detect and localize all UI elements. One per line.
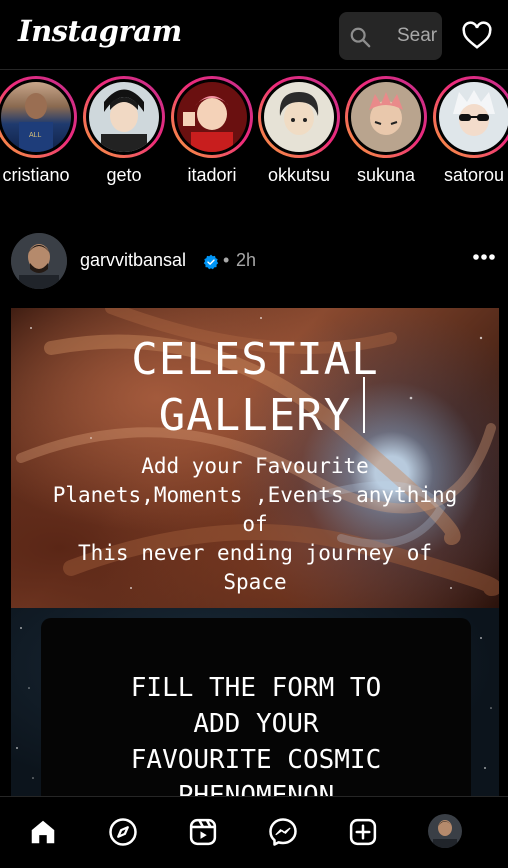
form-callout-line: FILL THE FORM TO: [130, 673, 382, 703]
gallery-subtitle: Add your Favourite Planets,Moments ,Even…: [11, 452, 499, 597]
form-callout-line: PHENOMENON: [177, 781, 335, 798]
messenger-icon[interactable]: [268, 817, 298, 847]
search-icon: [350, 27, 371, 48]
story-itadori[interactable]: itadori: [170, 76, 254, 188]
subtitle-line: Add your Favourite: [141, 454, 369, 478]
story-ring: [345, 76, 427, 158]
stories-tray: ALL cristiano geto itadori okkutsu sukun…: [0, 70, 508, 190]
home-icon[interactable]: [28, 817, 58, 847]
bottom-navigation: [0, 796, 508, 868]
form-callout-line: FAVOURITE COSMIC: [130, 745, 382, 775]
story-avatar: ALL: [1, 82, 71, 152]
gallery-title-line: CELESTIAL: [131, 334, 379, 385]
text-cursor: [363, 377, 365, 433]
post-username[interactable]: garvvitbansal: [80, 250, 186, 271]
instagram-logo[interactable]: Instagram: [18, 14, 182, 48]
subtitle-line: This never ending journey of: [77, 541, 432, 565]
post-image-celestial-gallery[interactable]: CELESTIAL GALLERY Add your Favourite Pla…: [11, 308, 499, 608]
form-callout-card[interactable]: FILL THE FORM TO ADD YOUR FAVOURITE COSM…: [41, 618, 471, 798]
reels-icon[interactable]: [188, 817, 218, 847]
story-ring: [83, 76, 165, 158]
story-avatar: [177, 82, 247, 152]
post-form-section: FILL THE FORM TO ADD YOUR FAVOURITE COSM…: [11, 608, 499, 798]
gallery-title-line: GALLERY: [158, 390, 352, 441]
story-ring: ALL: [0, 76, 77, 158]
verified-badge-icon: [203, 254, 219, 270]
form-callout-text: FILL THE FORM TO ADD YOUR FAVOURITE COSM…: [41, 670, 471, 798]
story-ring: [258, 76, 340, 158]
heart-icon[interactable]: [461, 21, 493, 51]
subtitle-line: Space: [223, 570, 287, 594]
story-avatar: [439, 82, 508, 152]
story-okkutsu[interactable]: okkutsu: [257, 76, 341, 188]
post-author-avatar[interactable]: [11, 233, 67, 289]
svg-text:ALL: ALL: [29, 132, 42, 139]
story-cristiano[interactable]: ALL cristiano: [0, 76, 78, 188]
profile-avatar[interactable]: [428, 814, 462, 848]
separator-dot: •: [223, 250, 230, 270]
story-geto[interactable]: geto: [82, 76, 166, 188]
story-avatar: [351, 82, 421, 152]
story-ring: [433, 76, 508, 158]
story-sukuna[interactable]: sukuna: [344, 76, 428, 188]
form-callout-line: ADD YOUR: [193, 709, 319, 739]
story-username: satorou: [443, 165, 505, 185]
more-options-icon[interactable]: [471, 251, 497, 263]
story-avatar: [264, 82, 334, 152]
search-input[interactable]: [397, 24, 437, 48]
story-ring: [171, 76, 253, 158]
story-avatar: [89, 82, 159, 152]
gallery-title: CELESTIAL GALLERY: [11, 332, 499, 444]
post-time: 2h: [236, 250, 257, 270]
subtitle-line: Planets,Moments ,Events anything: [52, 483, 458, 507]
top-header: Instagram: [0, 0, 508, 70]
explore-compass-icon[interactable]: [108, 817, 138, 847]
search-box[interactable]: [339, 12, 442, 60]
story-satorou[interactable]: satorou: [432, 76, 508, 188]
create-plus-icon[interactable]: [348, 817, 378, 847]
subtitle-line: of: [242, 512, 268, 536]
